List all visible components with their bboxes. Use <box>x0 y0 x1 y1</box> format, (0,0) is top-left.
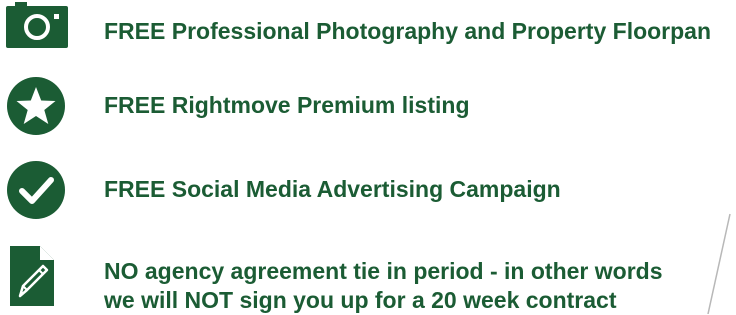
document-pen-icon <box>10 246 54 306</box>
feature-text-line: NO agency agreement tie in period - in o… <box>104 258 663 284</box>
feature-text-line: we will NOT sign you up for a 20 week co… <box>104 287 617 313</box>
feature-text: FREE Professional Photography and Proper… <box>104 18 712 44</box>
checkmark-badge-icon <box>6 160 66 220</box>
feature-text: FREE Rightmove Premium listing <box>104 92 470 118</box>
feature-text: FREE Social Media Advertising Campaign <box>104 176 561 202</box>
star-badge-icon <box>6 76 66 136</box>
feature-text-multiline: NO agency agreement tie in period - in o… <box>104 257 663 315</box>
camera-icon <box>6 2 68 48</box>
